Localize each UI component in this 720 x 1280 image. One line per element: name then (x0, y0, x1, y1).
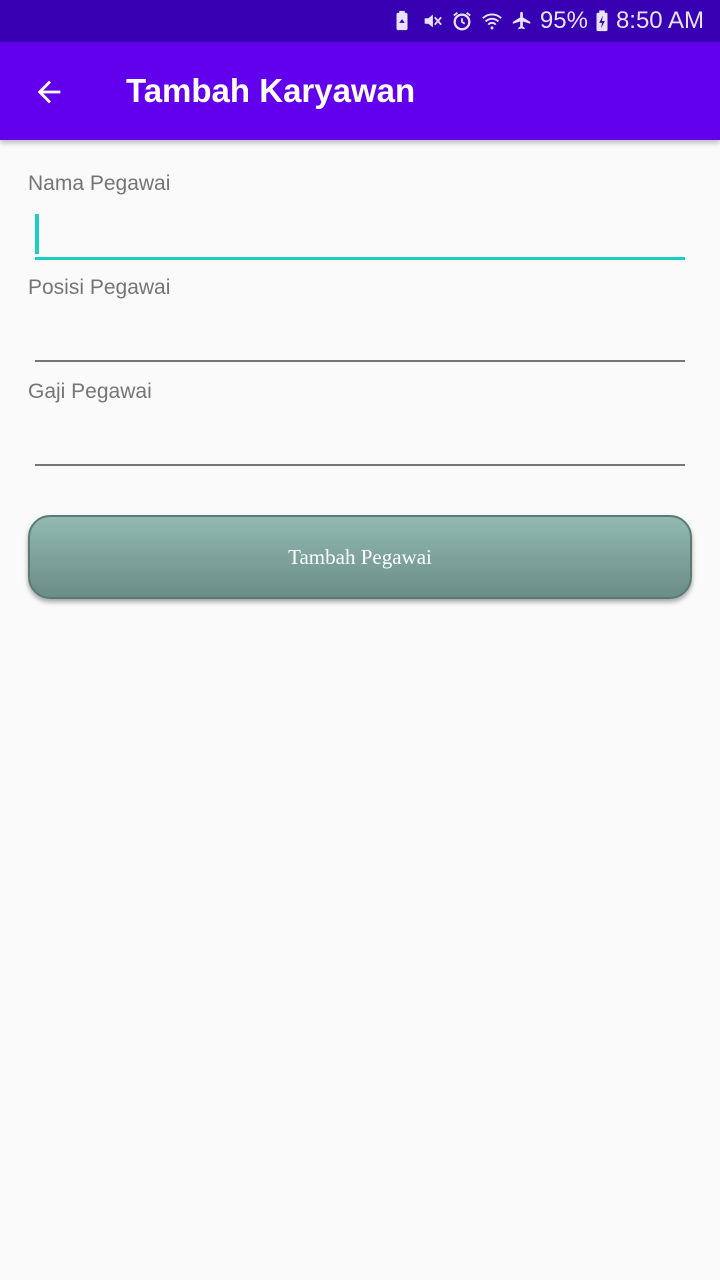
nama-pegawai-label: Nama Pegawai (28, 172, 171, 195)
gaji-pegawai-label: Gaji Pegawai (28, 380, 152, 403)
posisi-pegawai-group: Posisi Pegawai (28, 276, 685, 300)
battery-percentage: 95% (539, 7, 588, 34)
text-caret (35, 214, 39, 254)
battery-saver-icon (390, 9, 414, 33)
nama-pegawai-field[interactable] (35, 214, 685, 260)
back-button[interactable] (20, 66, 78, 118)
gaji-pegawai-group: Gaji Pegawai (28, 380, 685, 404)
wifi-icon (480, 9, 504, 33)
posisi-pegawai-input[interactable] (35, 316, 685, 362)
airplane-icon (510, 9, 534, 33)
posisi-pegawai-label: Posisi Pegawai (28, 276, 171, 299)
tambah-pegawai-button[interactable]: Tambah Pegawai (28, 515, 692, 599)
arrow-back-icon (37, 80, 61, 104)
gaji-pegawai-underline (35, 464, 685, 466)
battery-charging-icon (594, 9, 610, 33)
gaji-pegawai-field[interactable] (35, 420, 685, 466)
page-title: Tambah Karyawan (126, 72, 416, 109)
app-bar: Tambah Karyawan (0, 42, 720, 140)
status-time: 8:50 AM (615, 7, 704, 34)
vibrate-mute-icon (420, 9, 444, 33)
nama-pegawai-input[interactable] (35, 214, 685, 260)
status-icons: 95% 8:50 AM (390, 0, 704, 42)
gaji-pegawai-input[interactable] (35, 420, 685, 466)
posisi-pegawai-field[interactable] (35, 316, 685, 362)
alarm-icon (450, 9, 474, 33)
tambah-pegawai-button-label: Tambah Pegawai (288, 544, 432, 569)
posisi-pegawai-underline (35, 360, 685, 362)
nama-pegawai-group: Nama Pegawai (28, 172, 685, 196)
nama-pegawai-underline (35, 257, 685, 260)
status-bar: 95% 8:50 AM (0, 0, 720, 42)
